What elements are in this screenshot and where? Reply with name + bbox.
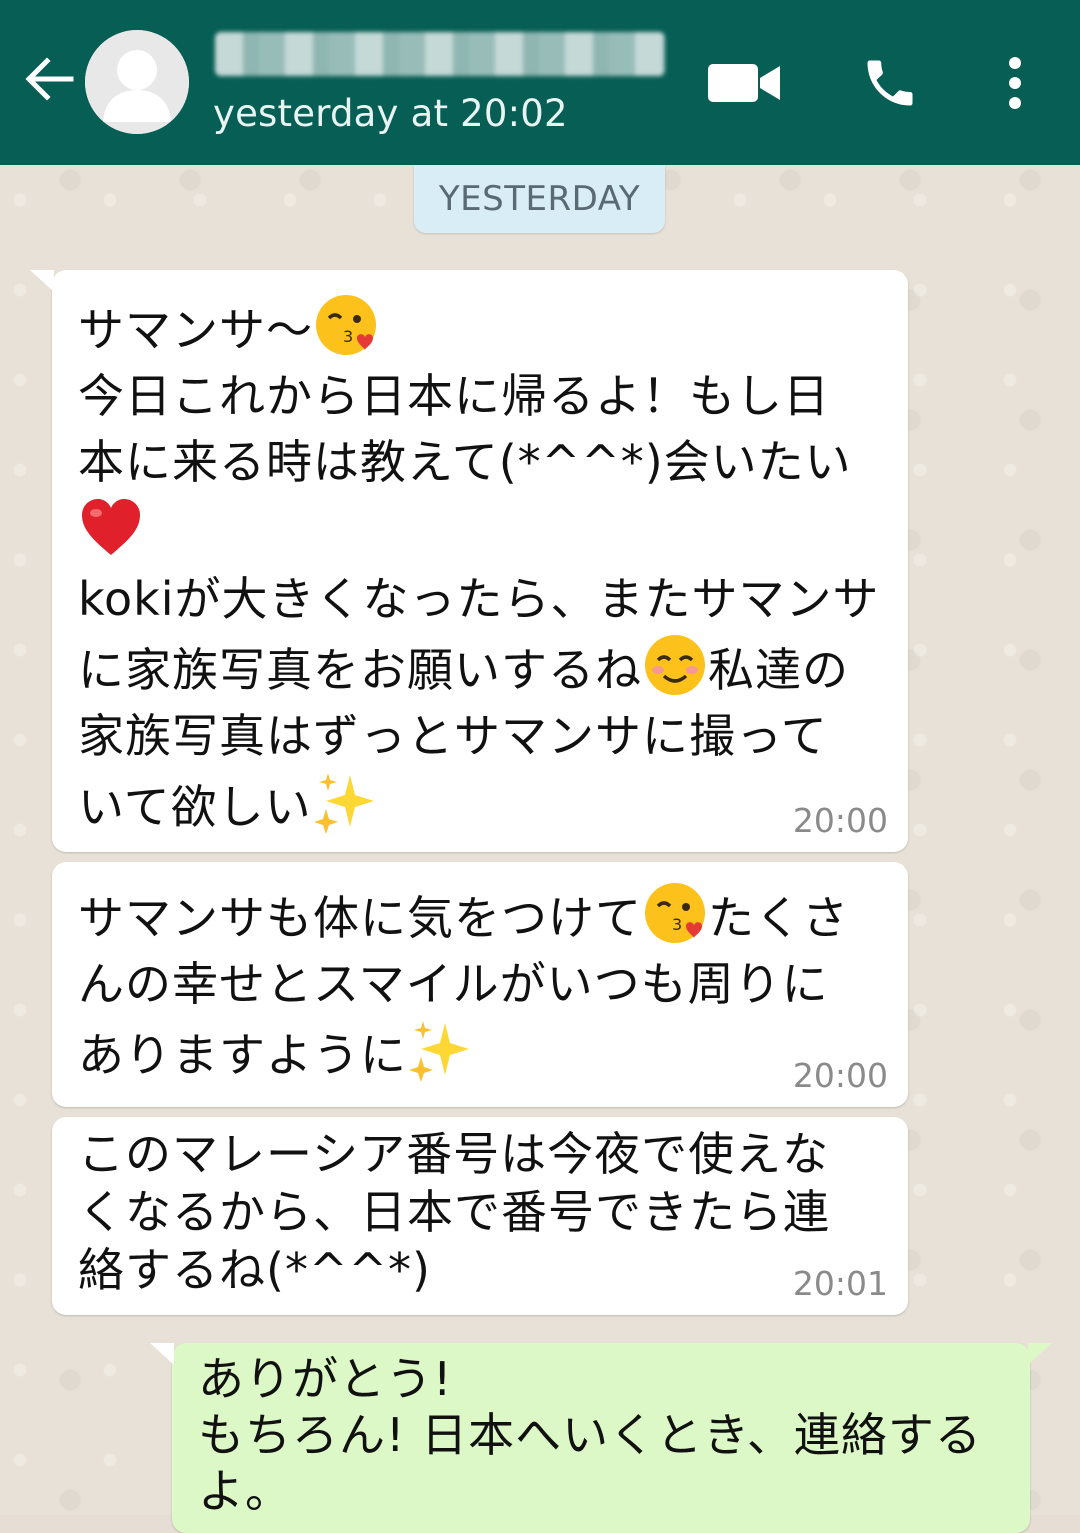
kissing-face-heart-emoji: 3	[642, 880, 708, 946]
default-avatar-icon	[85, 30, 189, 134]
message-line: に家族写真をお願いするね 私達の	[78, 632, 882, 703]
message-line: んの幸せとスマイルがいつも周りに	[78, 957, 829, 1011]
message-line: サマンサも体に気をつけて 3 たくさ	[78, 880, 882, 951]
message-time: 20:01	[792, 1264, 888, 1303]
red-heart-emoji	[78, 495, 144, 561]
message-time: 20:00	[792, 1056, 888, 1095]
message-line: kokiが大きくなったら、またサマンサ	[78, 572, 880, 626]
video-call-icon[interactable]	[705, 48, 785, 118]
message-line: サマンサ〜 3	[78, 292, 882, 363]
phone-icon[interactable]	[855, 48, 925, 118]
message-time: 20:00	[792, 801, 888, 840]
message-line: もちろん! 日本へいくとき、連絡する	[198, 1408, 982, 1462]
message-line: 家族写真はずっとサマンサに撮って	[78, 709, 828, 763]
back-arrow-icon[interactable]	[18, 48, 80, 110]
message-line: いて欲しい	[78, 769, 882, 840]
svg-text:3: 3	[343, 327, 354, 346]
message-text: サマンサ〜 3 今日これから日本に帰るよ！もし日 本に来る時は教えて(*^^*)会…	[78, 292, 882, 840]
more-vert-icon[interactable]	[985, 48, 1045, 118]
message-bubble-outgoing[interactable]: ありがとう! もちろん! 日本へいくとき、連絡する よ。	[150, 1343, 1052, 1533]
contact-name[interactable]	[215, 32, 665, 76]
last-seen-status: yesterday at 20:02	[213, 92, 568, 135]
kissing-face-heart-emoji: 3	[313, 292, 379, 358]
chat-header: yesterday at 20:02	[0, 0, 1080, 165]
sparkles-emoji	[407, 1017, 473, 1083]
smiling-blush-emoji	[642, 632, 708, 698]
message-line: ありがとう!	[198, 1352, 453, 1406]
message-line: 絡するね(*^^*)	[78, 1243, 431, 1297]
svg-text:3: 3	[672, 915, 683, 934]
avatar[interactable]	[85, 30, 189, 134]
sparkles-emoji	[312, 769, 378, 835]
message-line: このマレーシア番号は今夜で使えな	[78, 1127, 830, 1181]
message-text: ありがとう! もちろん! 日本へいくとき、連絡する よ。	[198, 1351, 1004, 1519]
message-line	[78, 495, 882, 566]
message-bubble-incoming[interactable]: サマンサも体に気をつけて 3 たくさ んの幸せとスマイルがいつも周りに ありますよう…	[52, 862, 908, 1107]
message-line: ありますように	[78, 1017, 882, 1088]
message-line: 本に来る時は教えて(*^^*)会いたい	[78, 435, 852, 489]
message-line: 今日これから日本に帰るよ！もし日	[78, 369, 830, 423]
message-bubble-incoming[interactable]: このマレーシア番号は今夜で使えな くなるから、日本で番号できたら連 絡するね(*…	[52, 1117, 908, 1315]
message-bubble-incoming[interactable]: サマンサ〜 3 今日これから日本に帰るよ！もし日 本に来る時は教えて(*^^*)会…	[30, 270, 908, 852]
date-divider: YESTERDAY	[414, 165, 665, 233]
message-text: このマレーシア番号は今夜で使えな くなるから、日本で番号できたら連 絡するね(*…	[78, 1125, 882, 1299]
message-line: よ。	[198, 1464, 292, 1518]
message-text: サマンサも体に気をつけて 3 たくさ んの幸せとスマイルがいつも周りに ありますよう…	[78, 880, 882, 1088]
message-line: くなるから、日本で番号できたら連	[78, 1185, 830, 1239]
